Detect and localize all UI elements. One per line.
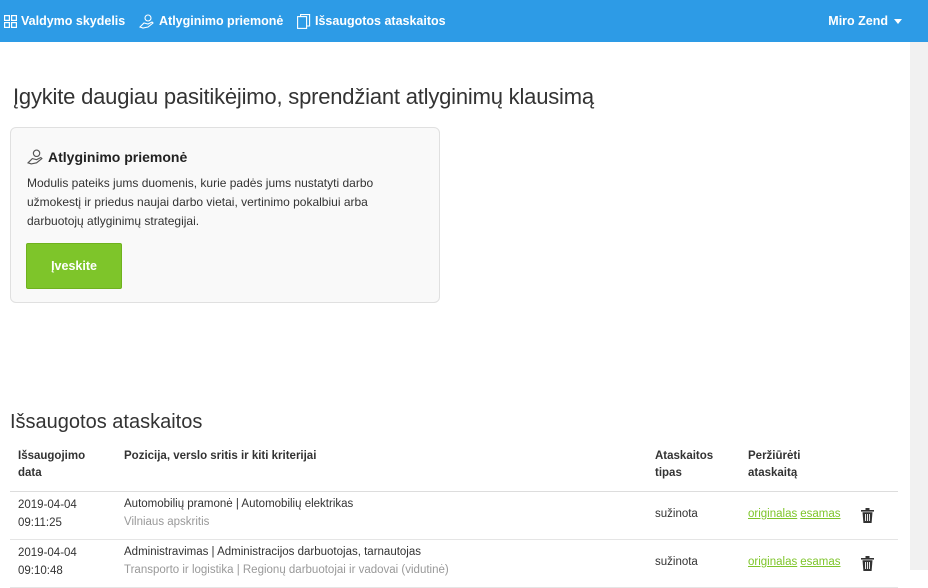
header-position: Pozicija, verslo sritis ir kiti kriterij…: [124, 448, 316, 465]
header-view: Peržiūrėti ataskaitą: [748, 448, 828, 482]
nav-saved-reports[interactable]: Išsaugotos ataskaitos: [297, 0, 446, 42]
hand-coin-icon: [139, 14, 155, 29]
link-current[interactable]: esamas: [800, 508, 840, 520]
saved-reports-title: Išsaugotos ataskaitos: [10, 411, 202, 434]
card-title-label: Atlyginimo priemonė: [48, 149, 187, 165]
header-date: Išsaugojimo data: [18, 448, 108, 482]
row-time: 09:11:25: [18, 514, 62, 533]
nav-dashboard-label: Valdymo skydelis: [21, 14, 125, 28]
nav-compensation-tool-label: Atlyginimo priemonė: [159, 14, 283, 28]
link-current[interactable]: esamas: [800, 556, 840, 568]
trash-icon[interactable]: [861, 556, 874, 576]
nav-saved-reports-label: Išsaugotos ataskaitos: [315, 14, 446, 28]
trash-icon[interactable]: [861, 508, 874, 528]
row-date: 2019-04-04: [18, 496, 77, 515]
row-links: originalasesamas: [748, 553, 844, 572]
compensation-tool-card: Atlyginimo priemonė Modulis pateiks jums…: [10, 127, 440, 303]
header-type: Ataskaitos tipas: [655, 448, 725, 482]
hand-coin-icon: [27, 149, 44, 165]
main-content: Įgykite daugiau pasitikėjimo, sprendžian…: [0, 42, 910, 570]
page-title: Įgykite daugiau pasitikėjimo, sprendžian…: [13, 84, 594, 110]
top-navbar: Valdymo skydelis Atlyginimo priemonė Išs…: [0, 0, 928, 42]
row-region: Transporto ir logistika | Regionų darbuo…: [124, 561, 449, 580]
user-name: Miro Zend: [828, 14, 888, 28]
table-header: Išsaugojimo data Pozicija, verslo sritis…: [10, 446, 898, 492]
enter-button[interactable]: Įveskite: [26, 243, 122, 289]
link-original[interactable]: originalas: [748, 556, 797, 568]
row-position: Administravimas | Administracijos darbuo…: [124, 543, 421, 562]
row-region: Vilniaus apskritis: [124, 513, 209, 532]
row-type: sužinota: [655, 505, 698, 524]
card-description: Modulis pateiks jums duomenis, kurie pad…: [27, 174, 387, 231]
card-title: Atlyginimo priemonė: [27, 149, 187, 165]
row-links: originalasesamas: [748, 505, 844, 524]
row-type: sužinota: [655, 553, 698, 572]
documents-icon: [297, 14, 311, 29]
row-position: Automobilių pramonė | Automobilių elektr…: [124, 495, 353, 514]
table-row: 2019-04-04 09:10:48 Administravimas | Ad…: [10, 540, 898, 588]
link-original[interactable]: originalas: [748, 508, 797, 520]
user-menu[interactable]: Miro Zend: [828, 0, 902, 42]
nav-dashboard[interactable]: Valdymo skydelis: [4, 0, 125, 42]
table-row: 2019-04-04 09:11:25 Automobilių pramonė …: [10, 492, 898, 540]
nav-compensation-tool[interactable]: Atlyginimo priemonė: [139, 0, 283, 42]
caret-down-icon: [894, 19, 902, 24]
row-time: 09:10:48: [18, 562, 63, 581]
grid-icon: [4, 15, 17, 28]
scrollbar[interactable]: [910, 42, 928, 570]
row-date: 2019-04-04: [18, 544, 77, 563]
